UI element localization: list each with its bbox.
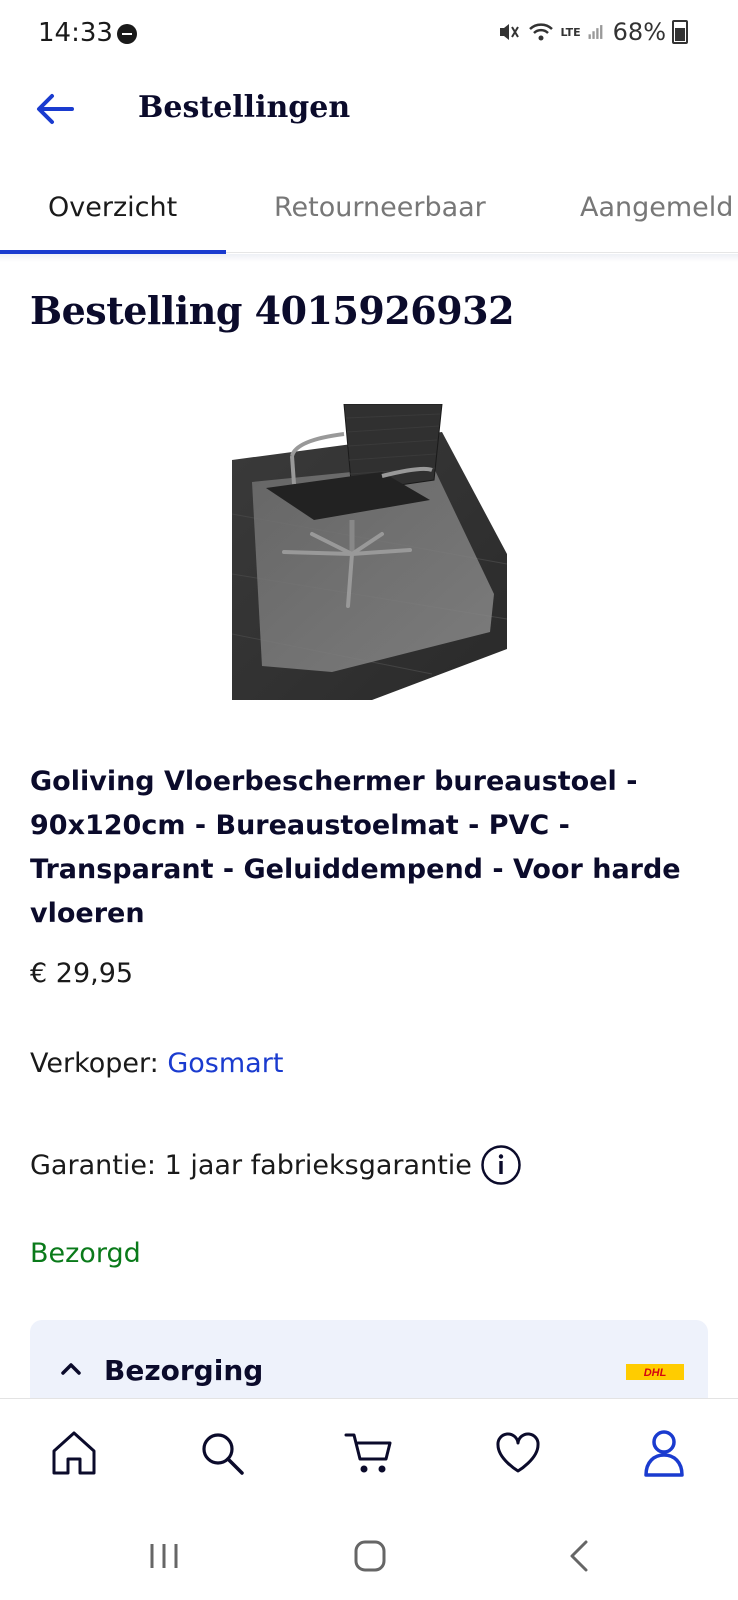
seller-label: Verkoper: — [30, 1048, 159, 1079]
tab-overzicht[interactable]: Overzicht — [48, 192, 177, 223]
search-icon[interactable] — [194, 1425, 250, 1481]
bottom-nav — [0, 1398, 738, 1507]
mute-icon — [500, 24, 520, 40]
battery-percent: 68% — [612, 18, 666, 46]
dhl-logo: DHL — [626, 1364, 684, 1380]
recent-apps-icon[interactable] — [144, 1536, 184, 1576]
lte-label: LTE — [560, 25, 581, 39]
tab-bar: Overzicht Retourneerbaar Aangemeld — [0, 178, 738, 253]
status-time: 14:33 — [38, 18, 113, 48]
svg-text:DHL: DHL — [644, 1367, 667, 1379]
notification-icon — [117, 24, 137, 44]
status-icons: LTE 68% — [496, 18, 688, 46]
system-nav-bar — [0, 1506, 738, 1600]
tab-aangemeld[interactable]: Aangemeld — [580, 192, 733, 223]
cart-icon[interactable] — [342, 1425, 398, 1481]
warranty-row: Garantie: 1 jaar fabrieksgarantie — [30, 1144, 522, 1186]
tab-retourneerbaar[interactable]: Retourneerbaar — [274, 192, 486, 223]
system-home-icon[interactable] — [350, 1536, 390, 1576]
delivery-section-title[interactable]: Bezorging — [104, 1354, 263, 1387]
product-image[interactable] — [232, 404, 507, 700]
chevron-up-icon[interactable] — [58, 1356, 84, 1382]
system-back-icon[interactable] — [560, 1536, 600, 1576]
seller-row: Verkoper: Gosmart — [30, 1048, 283, 1079]
page-title: Bestellingen — [138, 90, 351, 125]
delivery-status: Bezorgd — [30, 1238, 141, 1269]
product-price: € 29,95 — [30, 958, 134, 989]
signal-icon — [588, 25, 603, 39]
seller-link[interactable]: Gosmart — [167, 1048, 283, 1079]
heart-icon[interactable] — [490, 1425, 546, 1481]
tab-divider — [0, 254, 738, 262]
warranty-text: Garantie: 1 jaar fabrieksgarantie — [30, 1149, 472, 1181]
info-icon[interactable] — [480, 1144, 522, 1186]
product-title[interactable]: Goliving Vloerbeschermer bureaustoel - 9… — [30, 760, 690, 936]
home-icon[interactable] — [46, 1425, 102, 1481]
back-button[interactable] — [30, 84, 80, 134]
order-title: Bestelling 4015926932 — [30, 288, 515, 333]
battery-icon — [672, 20, 688, 44]
account-icon[interactable] — [636, 1425, 692, 1481]
wifi-icon — [529, 23, 554, 41]
